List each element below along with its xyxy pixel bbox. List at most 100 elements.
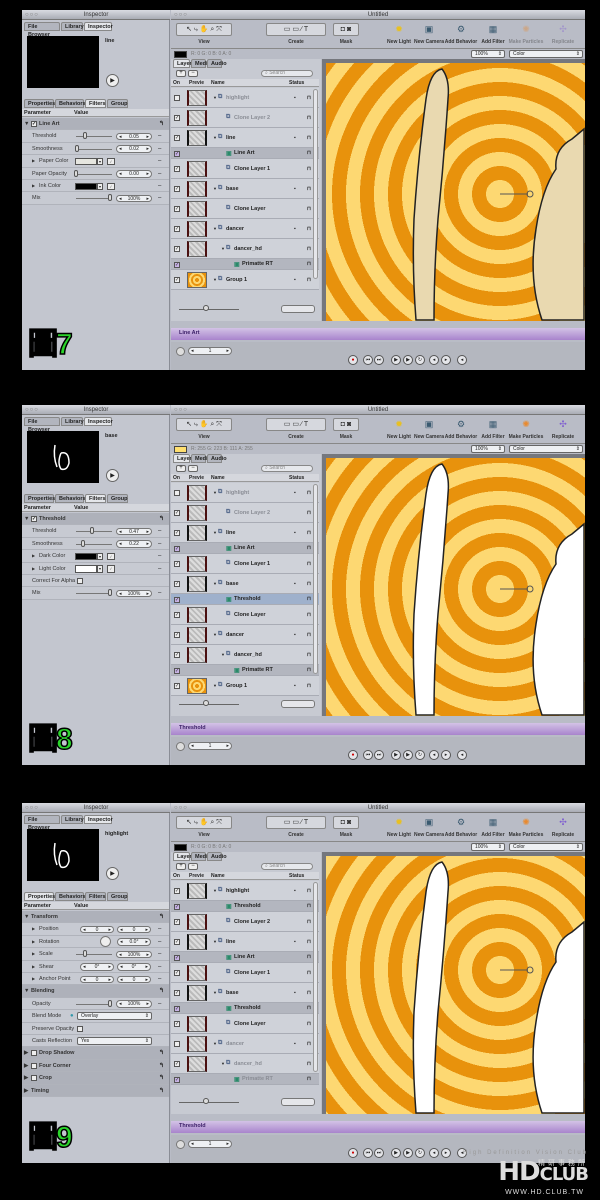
keyframe-dash-icon[interactable]: – [158,998,161,1010]
layer-visibility-checkbox[interactable]: ✓ [174,888,180,894]
value-stepper-x[interactable]: ◂ ▸ 0° [80,963,114,971]
remove-layer-button[interactable]: − [188,863,198,870]
disclosure-triangle-icon[interactable]: ▼ [213,990,217,995]
layer-visibility-checkbox[interactable]: ✓ [174,612,180,618]
layer-visibility-checkbox[interactable]: ✓ [174,903,180,910]
lock-icon[interactable]: ⊓ [307,510,311,516]
tab-audio[interactable]: Audio [207,454,227,463]
eyedropper-icon[interactable]: ⁄ [107,182,115,190]
disclosure-triangle-icon[interactable]: ▶ [32,936,35,948]
layer-row-highlight[interactable]: ▼ ⧉ highlight ▪ ⊓ [171,483,319,503]
enable-checkbox[interactable]: ✓ [31,516,37,522]
search-field[interactable]: ⌕ Search [261,863,313,870]
view-mode-select[interactable]: Color ⇕ [509,50,583,58]
lock-icon[interactable]: ⊓ [307,561,311,567]
disclosure-triangle-icon[interactable]: ▼ [213,95,217,100]
lock-icon[interactable]: ⊓ [307,186,311,192]
lock-icon[interactable]: ⊓ [307,581,311,587]
slider-thumb[interactable] [74,144,79,152]
disclosure-triangle-icon[interactable]: ▼ [213,1041,217,1046]
layer-row-threshold[interactable]: ✓ ▣ Threshold ⊓ [171,1003,319,1014]
value-stepper[interactable]: ◂ ▸ 100% [116,1000,152,1008]
play-button[interactable]: ▶ [403,355,413,365]
lock-icon[interactable]: ⊓ [307,652,311,658]
zoom-select[interactable]: 100% ⇕ [471,843,505,851]
subtab-group[interactable]: Group [107,892,128,901]
play-preview-button[interactable]: ▶ [106,74,119,87]
disclosure-triangle-icon[interactable]: ▶ [32,155,35,167]
subtab-properties[interactable]: Properties [24,494,55,503]
thumbnail-size-thumb[interactable] [203,305,209,311]
make-particles-icon[interactable]: ✺ [519,24,533,35]
audio-in-button[interactable]: ◂ [429,750,439,760]
go-start-button[interactable]: ⏮ [363,1148,373,1158]
layer-row-highlight[interactable]: ▼ ⧉ highlight ▪ ⊓ [171,88,319,108]
color-dropdown[interactable]: ▾ [97,182,103,190]
layer-row-line[interactable]: ✓ ▼ ⧉ line ▪ ⊓ [171,128,319,148]
go-start-button[interactable]: ⏮ [363,750,373,760]
reset-icon[interactable]: ↰ [159,513,164,525]
layers-scrollbar[interactable] [313,882,318,1072]
layer-row-clone-layer-2[interactable]: ✓ ⧉ Clone Layer 2 ⊓ [171,108,319,128]
slider-track[interactable] [76,136,112,138]
lock-icon[interactable]: ⊓ [307,632,311,638]
make-particles-icon[interactable]: ✺ [519,817,533,828]
reset-icon[interactable]: ↰ [159,1085,164,1097]
layer-visibility-checkbox[interactable]: ✓ [174,135,180,141]
value-stepper[interactable]: ◂ ▸ 0.0° [117,938,151,946]
enable-checkbox[interactable] [31,1075,37,1082]
lock-icon[interactable]: ⊓ [307,226,311,232]
keyframe-dash-icon[interactable]: – [158,936,161,948]
reset-icon[interactable]: ↰ [159,118,164,130]
keyframe-dash-icon[interactable]: – [158,525,161,537]
lock-icon[interactable]: ⊓ [307,1005,311,1011]
value-stepper[interactable]: ◂ ▸ 100% [116,589,152,598]
view-tools[interactable]: ↖ ⤷ ✋ ⌕ ⤧ [176,816,232,829]
layer-visibility-checkbox[interactable]: ✓ [174,510,180,516]
disclosure-triangle-icon[interactable]: ▼ [221,246,225,251]
layer-row-primatte-rt[interactable]: ✓ ▣ Primatte RT ⊓ [171,259,319,270]
disclosure-triangle-icon[interactable]: ▼ [24,985,29,997]
layer-row-primatte-rt[interactable]: ✓ ▣ Primatte RT ⊓ [171,1074,319,1085]
value-stepper-x[interactable]: ◂ ▸ 0 [80,925,114,934]
value-stepper[interactable]: ◂ ▸ 0.22 [116,540,152,548]
disclosure-triangle-icon[interactable]: ▼ [213,135,217,140]
layer-view-buttons[interactable] [281,700,315,708]
view-mode-select[interactable]: Color ⇕ [509,843,583,851]
value-stepper-x[interactable]: ◂ ▸ 0 [80,975,114,983]
keyframe-dash-icon[interactable]: – [158,550,161,562]
layer-row-base[interactable]: ✓ ▼ ⧉ base ▪ ⊓ [171,574,319,594]
add-behavior-icon[interactable]: ⚙ [454,419,468,430]
keyframe-dash-icon[interactable]: – [158,130,161,142]
value-stepper-y[interactable]: ◂ ▸ 0 [117,975,151,983]
lock-icon[interactable]: ⊓ [307,919,311,925]
go-start-button[interactable]: ⏮ [363,355,373,365]
disclosure-triangle-icon[interactable]: ▼ [213,939,217,944]
add-behavior-icon[interactable]: ⚙ [454,817,468,828]
slider-track[interactable] [76,173,112,175]
loop-button[interactable]: ↻ [415,355,425,365]
lock-icon[interactable]: ⊓ [307,1061,311,1067]
subtab-group[interactable]: Group [107,99,128,108]
slider-thumb[interactable] [82,950,87,958]
tab-file-browser[interactable]: File Browser [24,417,60,433]
layer-row-dancer-hd[interactable]: ✓ ▼ ⧉ dancer_hd ⊓ [171,645,319,665]
add-layer-button[interactable]: + [176,70,186,77]
remove-layer-button[interactable]: − [188,70,198,77]
tab-inspector[interactable]: Inspector [84,417,113,426]
slider-thumb[interactable] [108,589,112,597]
layer-row-group-1[interactable]: ✓ ▼ ⧉ Group 1 ▪ ⊓ [171,676,319,696]
layer-view-buttons[interactable] [281,305,315,313]
layer-row-highlight[interactable]: ✓ ▼ ⧉ highlight ▪ ⊓ [171,881,319,901]
layer-row-base[interactable]: ✓ ▼ ⧉ base ▪ ⊓ [171,179,319,199]
param-checkbox[interactable] [77,578,83,584]
disclosure-triangle-icon[interactable]: ▼ [221,652,225,657]
current-color-swatch[interactable] [174,446,187,453]
view-mode-select[interactable]: Color ⇕ [509,445,583,453]
disclosure-triangle-icon[interactable]: ▶ [24,1047,28,1059]
disclosure-triangle-icon[interactable]: ▶ [32,923,35,935]
keyframe-dash-icon[interactable]: – [158,948,161,960]
create-tools[interactable]: ▭ ▭ ∕ T [266,418,326,431]
loop-button[interactable]: ↻ [415,750,425,760]
timeline-bar[interactable]: Threshold [171,723,585,735]
